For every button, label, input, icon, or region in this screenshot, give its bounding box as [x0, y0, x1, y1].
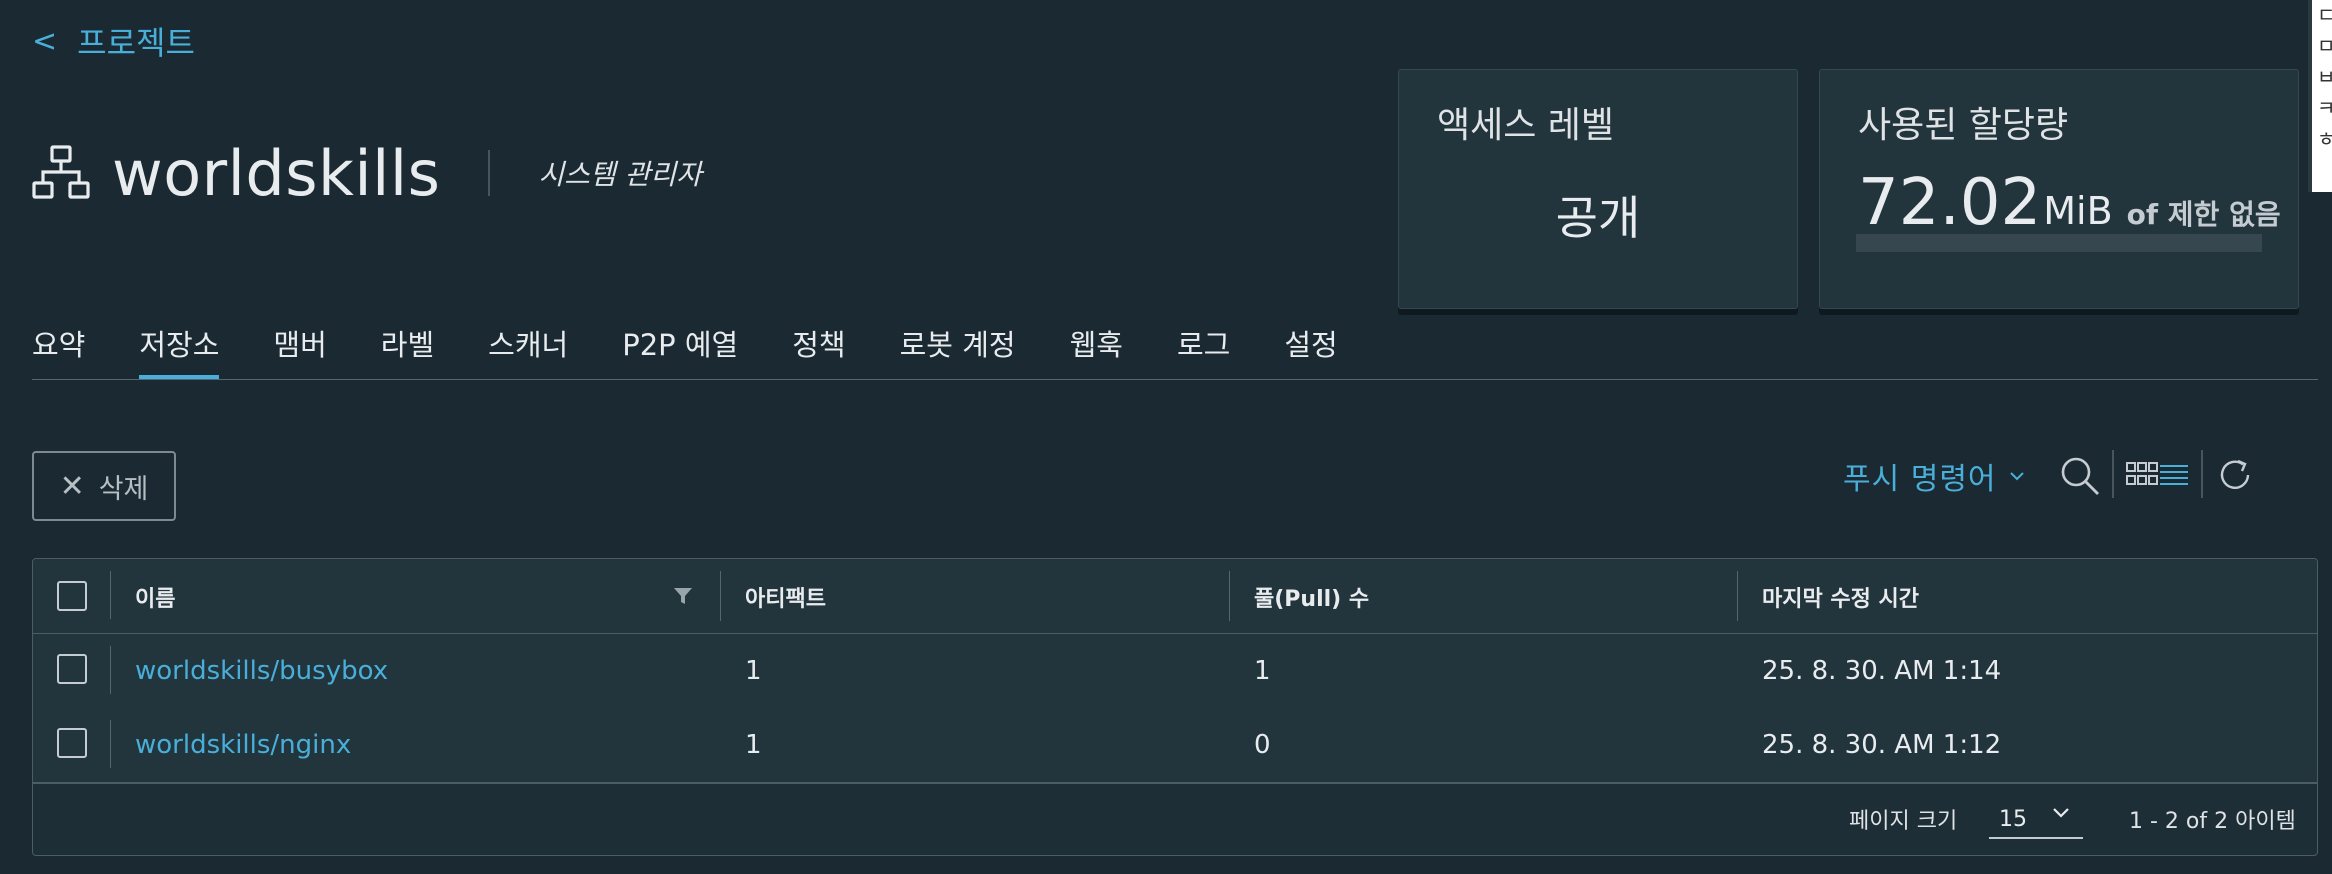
project-icon	[32, 145, 90, 199]
list-view-icon[interactable]	[2160, 464, 2188, 486]
edge-popup-text: ㅁ	[2317, 34, 2332, 58]
tab-repositories[interactable]: 저장소	[139, 322, 220, 380]
column-header-artifacts[interactable]: 아티팩트	[745, 581, 826, 613]
tab-p2p-preheat[interactable]: P2P 예열	[622, 322, 738, 378]
access-level-card: 액세스 레벨 공개	[1398, 69, 1798, 309]
edge-popup: ㄷ ㅁ ㅂ ㅋ ㅎ	[2308, 0, 2332, 192]
repository-table: 이름 아티팩트 풀(Pull) 수 마지막 수정 시간 worldskills/…	[32, 558, 2318, 856]
tab-settings[interactable]: 설정	[1284, 322, 1337, 378]
column-header-modified[interactable]: 마지막 수정 시간	[1762, 581, 1919, 613]
push-command-dropdown[interactable]: 푸시 명령어	[1843, 454, 2025, 498]
pull-count: 0	[1254, 730, 1271, 760]
back-to-projects-link[interactable]: < 프로젝트	[32, 18, 195, 64]
tab-labels[interactable]: 라벨	[381, 322, 434, 378]
edge-popup-text: ㅎ	[2317, 127, 2332, 151]
row-checkbox[interactable]	[57, 728, 87, 758]
tab-summary[interactable]: 요약	[32, 322, 85, 378]
column-separator	[1737, 571, 1738, 621]
row-checkbox[interactable]	[57, 654, 87, 684]
tabs-divider	[32, 379, 2318, 380]
edge-popup-text: ㅋ	[2317, 96, 2332, 120]
table-footer: 페이지 크기 15 1 - 2 of 2 아이템	[33, 783, 2317, 855]
quota-card: 사용된 할당량 72.02 MiB of 제한 없음	[1819, 69, 2299, 309]
close-icon: ✕	[59, 468, 85, 504]
pagination-range: 1 - 2 of 2 아이템	[2129, 809, 2296, 834]
table-row: worldskills/nginx 1 0 25. 8. 30. AM 1:12	[33, 708, 2317, 784]
page-size-value: 15	[1999, 807, 2027, 832]
last-modified: 25. 8. 30. AM 1:14	[1762, 656, 2002, 686]
quota-usage: 72.02 MiB of 제한 없음	[1858, 166, 2281, 240]
artifact-count: 1	[745, 656, 762, 686]
page-size-label: 페이지 크기	[1849, 809, 1958, 834]
last-modified: 25. 8. 30. AM 1:12	[1762, 730, 2002, 760]
filter-icon[interactable]	[673, 587, 693, 605]
project-header: worldskills 시스템 관리자	[32, 136, 702, 210]
access-level-title: 액세스 레벨	[1437, 105, 1615, 146]
quota-number: 72.02	[1858, 166, 2042, 240]
access-level-value: 공개	[1555, 191, 1641, 245]
edge-popup-text: ㄷ	[2317, 3, 2332, 27]
search-icon[interactable]	[2060, 456, 2100, 496]
quota-title: 사용된 할당량	[1858, 105, 2069, 146]
toolbar-divider	[2112, 450, 2114, 498]
repository-link[interactable]: worldskills/nginx	[135, 730, 351, 760]
column-separator	[1229, 571, 1230, 621]
tab-policy[interactable]: 정책	[792, 322, 845, 378]
column-separator	[110, 720, 111, 768]
quota-unit: MiB	[2043, 189, 2113, 233]
column-separator	[110, 571, 111, 619]
push-command-label: 푸시 명령어	[1843, 462, 1997, 497]
page-size-select[interactable]: 15	[1989, 795, 2083, 839]
delete-button-label: 삭제	[98, 473, 149, 505]
refresh-icon[interactable]	[2216, 456, 2254, 494]
tab-members[interactable]: 맴버	[273, 322, 326, 378]
column-header-pulls[interactable]: 풀(Pull) 수	[1254, 581, 1369, 613]
chevron-down-icon	[2053, 808, 2069, 818]
tab-scanner[interactable]: 스캐너	[488, 322, 568, 378]
repository-link[interactable]: worldskills/busybox	[135, 656, 388, 686]
pull-count: 1	[1254, 656, 1271, 686]
quota-progress-bar	[1856, 234, 2262, 252]
card-view-icon[interactable]	[2126, 462, 2160, 486]
column-separator	[720, 571, 721, 621]
edge-popup-text: ㅂ	[2317, 65, 2332, 89]
column-separator	[110, 646, 111, 694]
artifact-count: 1	[745, 730, 762, 760]
back-link-label: 프로젝트	[77, 24, 195, 62]
chevron-down-icon	[2009, 472, 2024, 481]
project-role: 시스템 관리자	[538, 158, 702, 191]
column-header-name[interactable]: 이름	[135, 581, 175, 613]
select-all-checkbox[interactable]	[57, 581, 87, 611]
quota-limit: of 제한 없음	[2126, 198, 2281, 231]
tab-robot-accounts[interactable]: 로봇 계정	[900, 322, 1016, 378]
delete-button[interactable]: ✕ 삭제	[32, 451, 176, 521]
tab-webhooks[interactable]: 웹훅	[1070, 322, 1123, 378]
title-divider	[488, 150, 491, 196]
tab-logs[interactable]: 로그	[1177, 322, 1230, 378]
table-row: worldskills/busybox 1 1 25. 8. 30. AM 1:…	[33, 634, 2317, 709]
toolbar-divider-2	[2201, 450, 2203, 498]
project-title: worldskills	[112, 136, 441, 210]
tab-bar: 요약 저장소 맴버 라벨 스캐너 P2P 예열 정책 로봇 계정 웹훅 로그 설…	[32, 322, 1392, 380]
table-header: 이름 아티팩트 풀(Pull) 수 마지막 수정 시간	[33, 559, 2317, 634]
chevron-left-icon: <	[32, 23, 58, 59]
